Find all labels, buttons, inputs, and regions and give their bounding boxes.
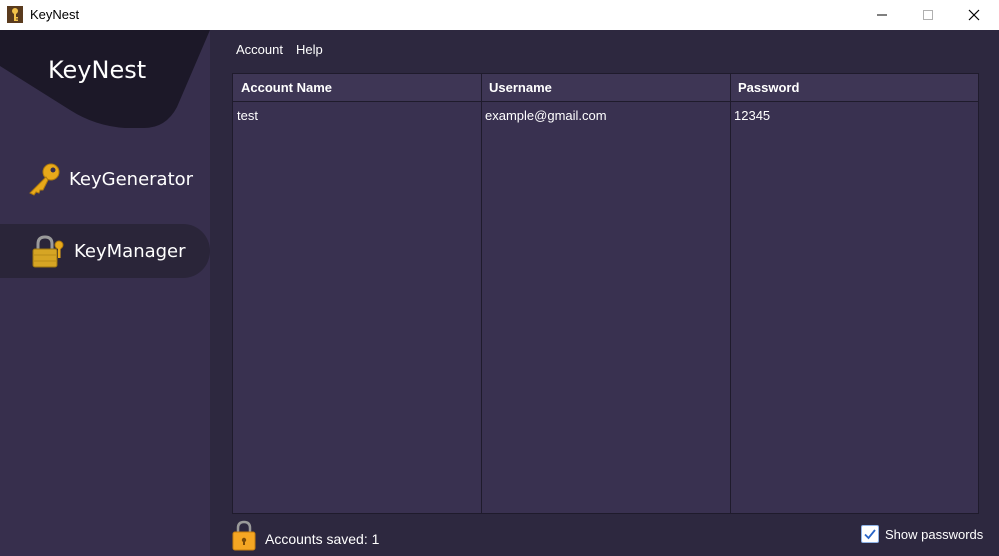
status-bar: Accounts saved: 1 bbox=[232, 520, 379, 552]
close-button[interactable] bbox=[951, 0, 997, 30]
menu-account[interactable]: Account bbox=[236, 42, 283, 57]
cell-password[interactable]: 12345 bbox=[734, 108, 770, 123]
cell-account-name[interactable]: test bbox=[237, 108, 258, 123]
show-passwords-label: Show passwords bbox=[885, 526, 984, 542]
menu-help[interactable]: Help bbox=[296, 42, 323, 57]
window-title: KeyNest bbox=[30, 7, 80, 22]
table-header: Account Name Username Password bbox=[233, 74, 978, 102]
logo-text: KeyNest bbox=[48, 56, 147, 84]
menu-bar: Account Help bbox=[236, 42, 323, 57]
lock-icon bbox=[232, 520, 256, 551]
cell-username[interactable]: example@gmail.com bbox=[485, 108, 607, 123]
column-divider bbox=[481, 74, 482, 513]
column-header-account-name[interactable]: Account Name bbox=[233, 74, 332, 102]
accounts-saved-count: Accounts saved: 1 bbox=[265, 531, 380, 547]
minimize-icon bbox=[877, 14, 887, 16]
sidebar-item-keymanager[interactable]: KeyManager bbox=[0, 224, 210, 278]
sidebar-item-keygenerator[interactable]: KeyGenerator bbox=[0, 152, 210, 206]
close-icon bbox=[968, 9, 980, 21]
column-divider bbox=[730, 74, 731, 513]
key-icon bbox=[29, 163, 60, 196]
sidebar: KeyNest KeyGenerator KeyManager bbox=[0, 30, 210, 556]
show-passwords-checkbox[interactable] bbox=[861, 525, 879, 543]
minimize-button[interactable] bbox=[859, 0, 905, 30]
show-passwords-toggle[interactable]: Show passwords bbox=[861, 525, 983, 543]
column-header-username[interactable]: Username bbox=[481, 74, 552, 102]
title-bar: KeyNest bbox=[0, 0, 999, 30]
sidebar-item-label: KeyManager bbox=[74, 240, 186, 262]
maximize-button[interactable] bbox=[905, 0, 951, 30]
app-key-icon bbox=[7, 6, 23, 23]
checkmark-icon bbox=[864, 529, 876, 540]
sidebar-item-label: KeyGenerator bbox=[69, 168, 194, 190]
accounts-table[interactable]: Account Name Username Password test exam… bbox=[232, 73, 979, 514]
maximize-icon bbox=[923, 10, 933, 20]
padlock-key-icon bbox=[32, 235, 64, 268]
column-header-password[interactable]: Password bbox=[730, 74, 799, 102]
